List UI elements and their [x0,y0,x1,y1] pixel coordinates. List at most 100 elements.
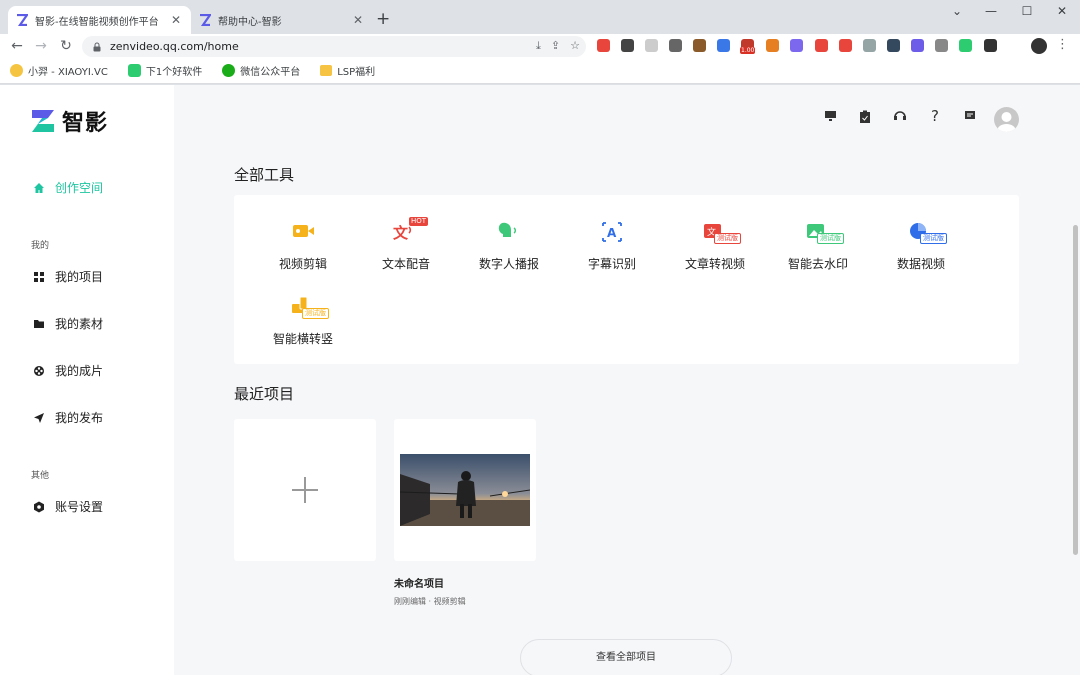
header-actions: ? [822,107,1022,125]
tool-video-edit[interactable]: 视频剪辑 [255,219,351,272]
bookmark-software[interactable]: 下1个好软件 [127,63,202,78]
wechat-icon [222,64,236,77]
message-icon[interactable] [962,108,978,124]
zhiying-logo[interactable]: 智影 [30,105,108,137]
project-name[interactable]: 未命名项目 [394,575,444,590]
tab-zhiying-home[interactable]: 智影-在线智能视频创作平台 ✕ [8,6,191,34]
extension-14-icon[interactable] [911,39,924,52]
new-tab-button[interactable]: + [376,10,390,28]
tab-close-icon[interactable]: ✕ [351,13,365,27]
close-window-button[interactable]: ✕ [1052,4,1072,18]
svg-text:A: A [607,226,617,240]
monitor-icon[interactable] [822,108,838,124]
extension-11-icon[interactable] [839,39,852,52]
project-card[interactable] [394,419,536,561]
tools-section-title: 全部工具 [234,166,295,184]
tool-label: 文本配音 [381,257,430,271]
bookmark-xiaoyi[interactable]: 小羿 - XIAOYI.VC [10,63,108,78]
beta-badge: 测试版 [817,233,844,244]
extension-3-icon[interactable] [645,39,658,52]
data-video-icon: 测试版 [906,219,947,245]
extension-5-icon[interactable] [693,39,706,52]
settings-hex-icon [32,500,46,514]
tool-data-video[interactable]: 测试版 数据视频 [873,219,969,272]
sidebar-item-account-settings[interactable]: 账号设置 [32,498,103,515]
article-to-video-icon: 文 测试版 [700,219,741,245]
page-scrollbar[interactable] [1073,225,1078,555]
back-button[interactable]: ← [8,37,26,55]
tool-remove-watermark[interactable]: 测试版 智能去水印 [770,219,866,272]
software-icon [127,64,141,77]
extension-12-icon[interactable] [863,39,876,52]
tool-label: 数据视频 [896,257,945,271]
tool-label: 数字人播报 [478,257,539,271]
sidebar-item-label: 我的项目 [55,270,104,284]
clipboard-icon[interactable] [857,108,873,124]
new-project-card[interactable] [234,419,376,561]
bookmark-wechat[interactable]: 微信公众平台 [222,63,300,78]
tool-label: 字幕识别 [587,257,636,271]
view-all-projects-button[interactable]: 查看全部项目 [520,639,732,675]
logo-text: 智影 [62,111,109,136]
maximize-button[interactable]: ☐ [1017,4,1037,18]
tab-close-icon[interactable]: ✕ [169,13,183,27]
tool-digital-human[interactable]: 数字人播报 [461,219,557,272]
bookmark-label: 微信公众平台 [240,67,301,78]
profile-avatar[interactable] [1031,38,1047,54]
sidebar-item-my-projects[interactable]: 我的项目 [32,268,103,285]
sidebar-item-workspace[interactable]: 创作空间 [32,179,103,196]
project-thumbnail [400,454,530,526]
browser-menu-icon[interactable]: ⋮ [1056,37,1069,52]
tools-card: 视频剪辑 文 HOT 文本配音 数字人播报 A 字幕识别 文 测试版 文章转视频… [234,195,1019,364]
address-bar[interactable]: zenvideo.qq.com/home ⤓ ⇪ ☆ [82,36,586,57]
share-icon[interactable]: ⇪ [551,39,560,53]
text-voice-icon: 文 HOT [391,217,429,245]
tab-search-icon[interactable]: ⌄ [947,4,967,18]
tab-help-center[interactable]: 帮助中心-智影 ✕ [191,6,373,34]
forward-button[interactable]: → [32,37,50,55]
tool-label: 智能去水印 [787,257,848,271]
sidebar-item-my-films[interactable]: 我的成片 [32,362,103,379]
extension-1-icon[interactable] [597,39,610,52]
sidebar-item-my-publish[interactable]: 我的发布 [32,409,103,426]
install-app-icon[interactable]: ⤓ [536,39,541,53]
beta-badge: 测试版 [714,233,741,244]
tab-title: 帮助中心-智影 [218,16,282,28]
tool-subtitle-recognition[interactable]: A 字幕识别 [564,219,660,272]
extension-6-icon[interactable] [717,39,730,52]
avatar-icon [10,64,23,77]
tool-text-voice[interactable]: 文 HOT 文本配音 [358,217,454,272]
bookmark-label: LSP福利 [337,67,376,78]
user-avatar[interactable] [994,107,1019,132]
tool-article-to-video[interactable]: 文 测试版 文章转视频 [667,219,763,272]
customer-service-icon[interactable] [892,108,908,124]
lock-icon [93,42,101,51]
extension-13-icon[interactable] [887,39,900,52]
default-avatar-icon [997,112,1016,132]
extension-8-icon[interactable] [766,39,779,52]
bookmark-star-icon[interactable]: ☆ [570,39,580,53]
sidebar-item-my-materials[interactable]: 我的素材 [32,315,103,332]
extension-9-icon[interactable] [790,39,803,52]
beta-badge: 测试版 [920,233,947,244]
extension-2-icon[interactable] [621,39,634,52]
landscape-to-portrait-icon: 测试版 [288,294,329,320]
sidebar: 智影 创作空间 我的 我的项目 我的素材 我的成片 我的发布 其他 账号设置 [0,85,174,675]
tab-title: 智影-在线智能视频创作平台 [35,16,159,28]
hot-badge: HOT [409,217,429,226]
browser-toolbar: ← → ↻ zenvideo.qq.com/home ⤓ ⇪ ☆ 1.00 ⋮ [0,34,1080,58]
project-meta: 刚刚编辑 · 视频剪辑 [394,597,466,606]
bookmark-label: 小羿 - XIAOYI.VC [28,67,108,78]
help-icon[interactable]: ? [927,107,943,125]
extension-10-icon[interactable] [815,39,828,52]
extension-17-icon[interactable] [984,39,997,52]
video-edit-icon [288,219,318,245]
folder-icon [320,65,333,76]
extension-15-icon[interactable] [935,39,948,52]
reload-button[interactable]: ↻ [57,37,75,55]
extension-16-icon[interactable] [959,39,972,52]
extension-4-icon[interactable] [669,39,682,52]
bookmark-folder-lsp[interactable]: LSP福利 [320,63,375,78]
tool-landscape-to-portrait[interactable]: 测试版 智能横转竖 [255,294,351,347]
minimize-button[interactable]: — [981,4,1001,18]
